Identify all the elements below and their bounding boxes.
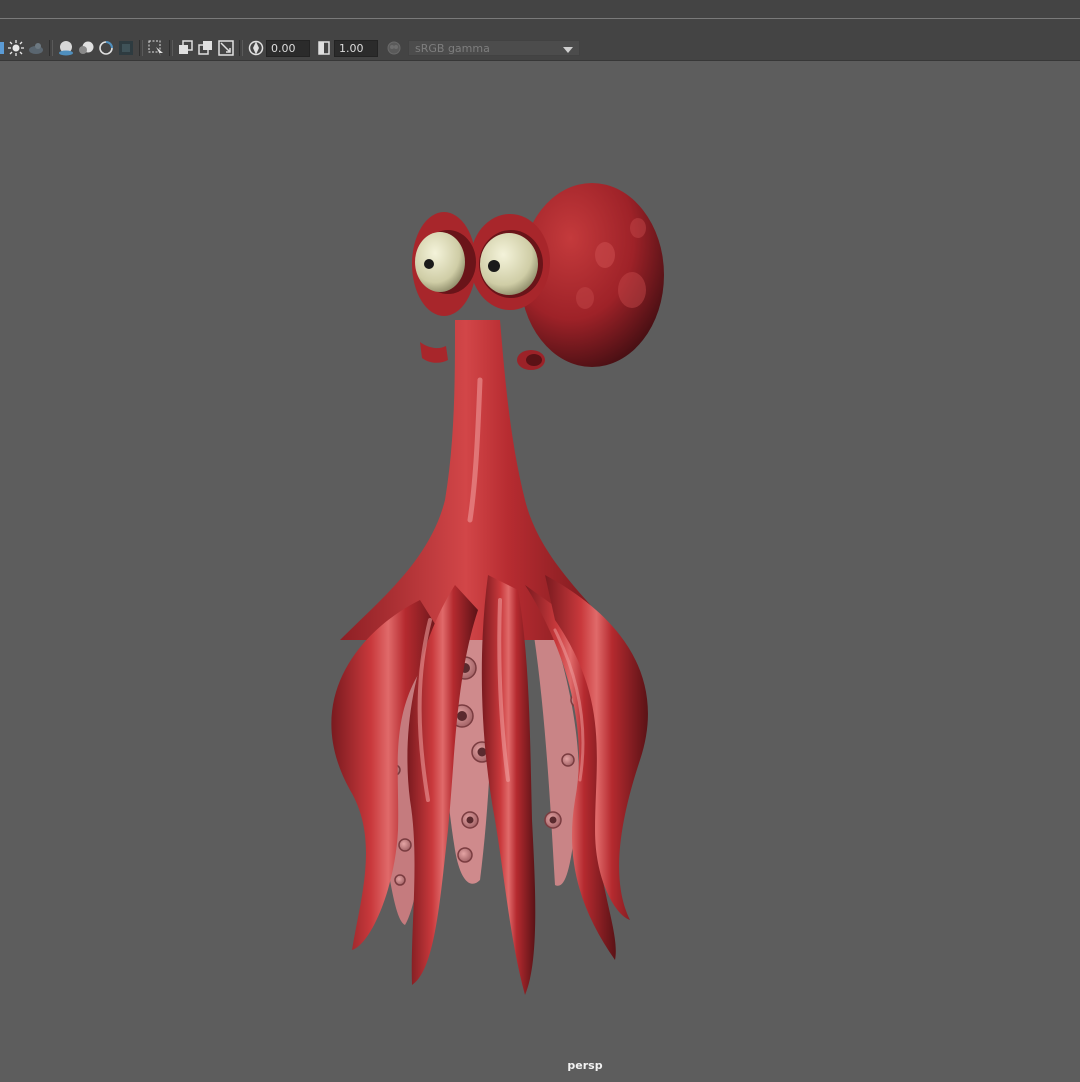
xray-joints-icon[interactable]: [176, 38, 196, 58]
shadows-icon[interactable]: [26, 38, 46, 58]
exposure-field[interactable]: 0.00: [266, 39, 310, 57]
gamma-icon[interactable]: [314, 38, 334, 58]
view-transform-label: sRGB gamma: [415, 41, 490, 55]
viewport-panel[interactable]: [0, 61, 1080, 1078]
antialias-icon[interactable]: [96, 38, 116, 58]
isolate-select-icon[interactable]: [116, 38, 136, 58]
toolbar-separator: [169, 40, 173, 56]
toolbar-separator: [49, 40, 53, 56]
gamma-field[interactable]: 1.00: [334, 39, 378, 57]
dropdown-arrow-icon: [563, 39, 573, 58]
motion-blur-icon[interactable]: [76, 38, 96, 58]
lighting-icon[interactable]: [6, 38, 26, 58]
view-transform-dropdown[interactable]: sRGB gamma: [408, 40, 580, 56]
resolution-gate-icon[interactable]: [216, 38, 236, 58]
menu-bar: [0, 0, 1080, 19]
xray-components-icon[interactable]: [196, 38, 216, 58]
camera-name-label: persp: [567, 1059, 603, 1072]
viewport-toolbar: 0.00 1.00 sRGB gamma: [0, 36, 1080, 61]
toolbar-separator: [139, 40, 143, 56]
ambient-occlusion-icon[interactable]: [56, 38, 76, 58]
panel-menu-bar: [0, 19, 1080, 36]
xray-icon[interactable]: [146, 38, 166, 58]
toolbar-separator: [239, 40, 243, 56]
color-management-icon[interactable]: [384, 38, 404, 58]
exposure-icon[interactable]: [246, 38, 266, 58]
octopus-model: [331, 183, 664, 995]
